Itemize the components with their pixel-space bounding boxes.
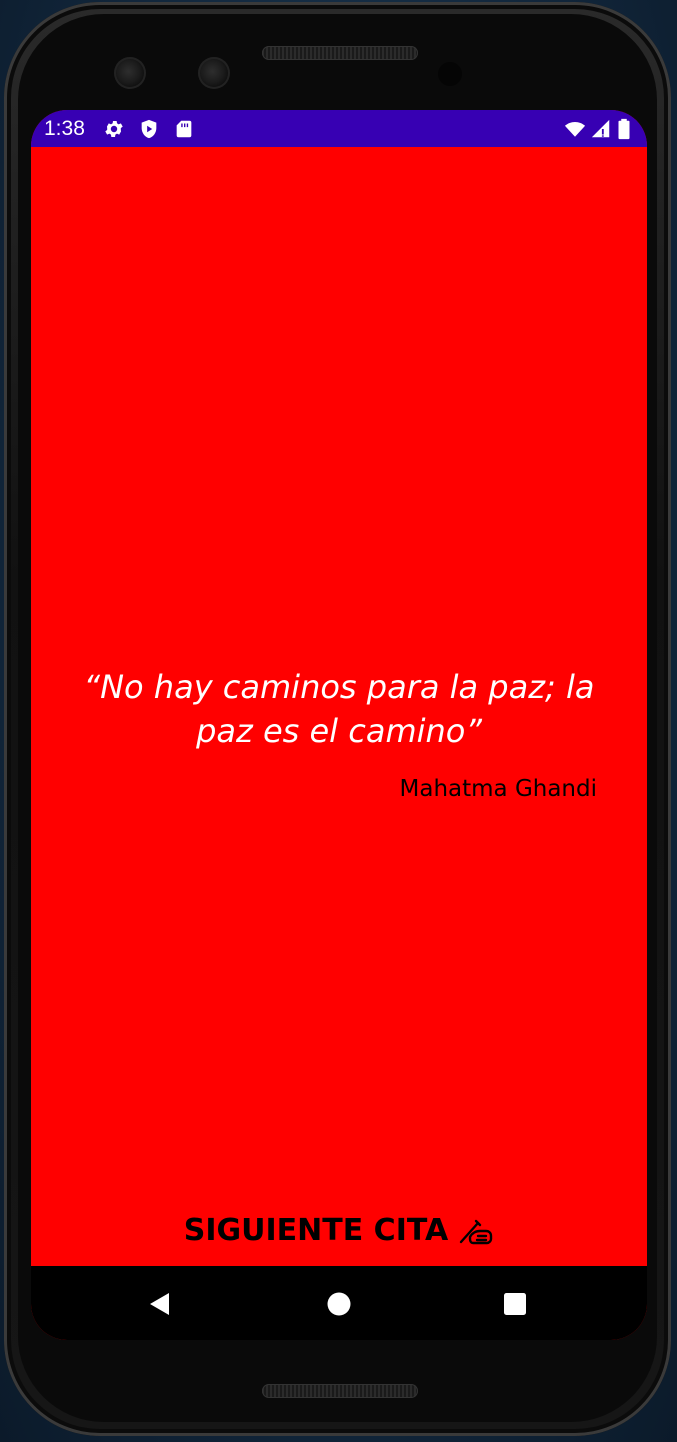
next-quote-button[interactable]: SIGUIENTE CITA (169, 1208, 509, 1252)
back-icon[interactable] (146, 1290, 174, 1318)
system-nav-bar (31, 1266, 647, 1340)
writing-hand-icon (460, 1219, 493, 1245)
battery-icon (618, 118, 630, 140)
shield-play-icon (141, 119, 157, 139)
front-camera-icon (114, 57, 146, 89)
bottom-speaker (262, 1384, 418, 1398)
quote-author: Mahatma Ghandi (399, 776, 598, 802)
next-quote-button-label: SIGUIENTE CITA (183, 1212, 449, 1248)
device-screen: 1:38 “No hay caminos para la paz; la paz… (31, 110, 647, 1340)
quote-screen: “No hay caminos para la paz; la paz es e… (31, 147, 647, 1266)
status-time: 1:38 (44, 117, 85, 140)
status-bar: 1:38 (31, 110, 647, 147)
wifi-icon (564, 121, 586, 137)
quote-text: “No hay caminos para la paz; la paz es e… (83, 668, 595, 750)
front-camera-secondary-icon (198, 57, 230, 89)
gear-icon (105, 121, 123, 137)
proximity-sensor (438, 62, 462, 86)
home-icon[interactable] (325, 1290, 353, 1318)
top-speaker (262, 46, 418, 60)
sd-card-icon (176, 120, 192, 138)
recents-icon[interactable] (501, 1290, 529, 1318)
signal-icon (591, 119, 610, 138)
